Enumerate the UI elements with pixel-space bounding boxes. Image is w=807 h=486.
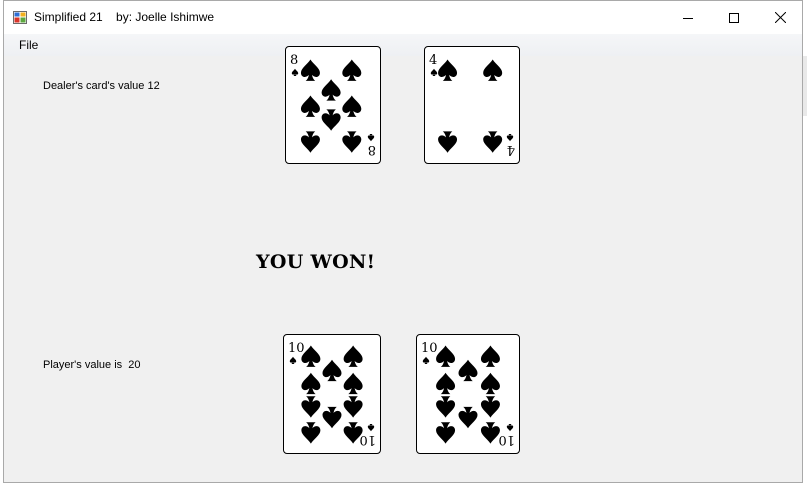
- spade-icon: [321, 109, 341, 131]
- spade-icon: [300, 95, 320, 117]
- app-icon: [13, 11, 27, 24]
- card-rank-label: 10: [421, 341, 438, 356]
- spade-icon: [436, 396, 456, 418]
- corner-spade-icon: [506, 134, 514, 142]
- menu-file[interactable]: File: [12, 37, 45, 53]
- card-rank-label: 4: [507, 142, 515, 157]
- spade-icon: [436, 422, 456, 444]
- spade-icon: [322, 359, 342, 382]
- card-rank-label: 8: [368, 142, 376, 157]
- spade-icon: [483, 59, 503, 81]
- app-window: Simplified 21 by: Joelle Ishimwe File De…: [3, 0, 803, 483]
- card-rank-label: 10: [288, 341, 305, 356]
- dealer-card-1: 88: [285, 46, 381, 164]
- spade-icon: [300, 59, 320, 81]
- minimize-button[interactable]: [665, 1, 711, 34]
- dealer-card-2: 44: [424, 46, 520, 164]
- close-button[interactable]: [757, 1, 803, 34]
- spade-icon: [300, 131, 320, 153]
- dealer-value-label: Dealer's card's value 12: [43, 80, 160, 92]
- game-result-text: YOU WON!: [256, 251, 376, 273]
- player-value-label: Player's value is 20: [43, 359, 141, 371]
- spade-icon: [342, 59, 362, 81]
- corner-spade-icon: [506, 424, 514, 432]
- spade-icon: [301, 422, 321, 444]
- spade-icon: [343, 345, 363, 367]
- spade-icon: [436, 372, 456, 395]
- maximize-button[interactable]: [711, 1, 757, 34]
- corner-spade-icon: [289, 356, 297, 364]
- spade-icon: [438, 59, 458, 81]
- maximize-icon: [729, 12, 739, 23]
- minimize-icon: [683, 17, 693, 19]
- spade-icon: [322, 406, 342, 429]
- spade-icon: [342, 131, 362, 153]
- spade-icon: [480, 372, 500, 395]
- corner-spade-icon: [367, 424, 375, 432]
- window-title: Simplified 21 by: Joelle Ishimwe: [34, 10, 215, 24]
- spade-icon: [343, 396, 363, 418]
- card-rank-label: 8: [290, 53, 298, 68]
- spade-icon: [458, 359, 478, 382]
- player-card-1: 10 10: [283, 334, 381, 454]
- spade-icon: [458, 406, 478, 429]
- spade-icon: [301, 372, 321, 395]
- spade-icon: [480, 422, 500, 444]
- title-bar[interactable]: Simplified 21 by: Joelle Ishimwe: [4, 1, 802, 34]
- spade-icon: [342, 95, 362, 117]
- corner-spade-icon: [367, 134, 375, 142]
- spade-icon: [343, 372, 363, 395]
- spade-icon: [436, 345, 456, 367]
- card-rank-label: 10: [498, 432, 515, 447]
- corner-spade-icon: [430, 68, 438, 76]
- corner-spade-icon: [291, 68, 299, 76]
- spade-icon: [480, 345, 500, 367]
- spade-icon: [438, 131, 458, 153]
- player-card-2: 10 10: [416, 334, 520, 454]
- card-rank-label: 4: [429, 53, 437, 68]
- menu-bar: File: [4, 34, 802, 56]
- spade-icon: [301, 396, 321, 418]
- card-rank-label: 10: [359, 432, 376, 447]
- spade-icon: [480, 396, 500, 418]
- spade-icon: [483, 131, 503, 153]
- corner-spade-icon: [422, 356, 430, 364]
- close-icon: [774, 12, 786, 23]
- spade-icon: [321, 79, 341, 101]
